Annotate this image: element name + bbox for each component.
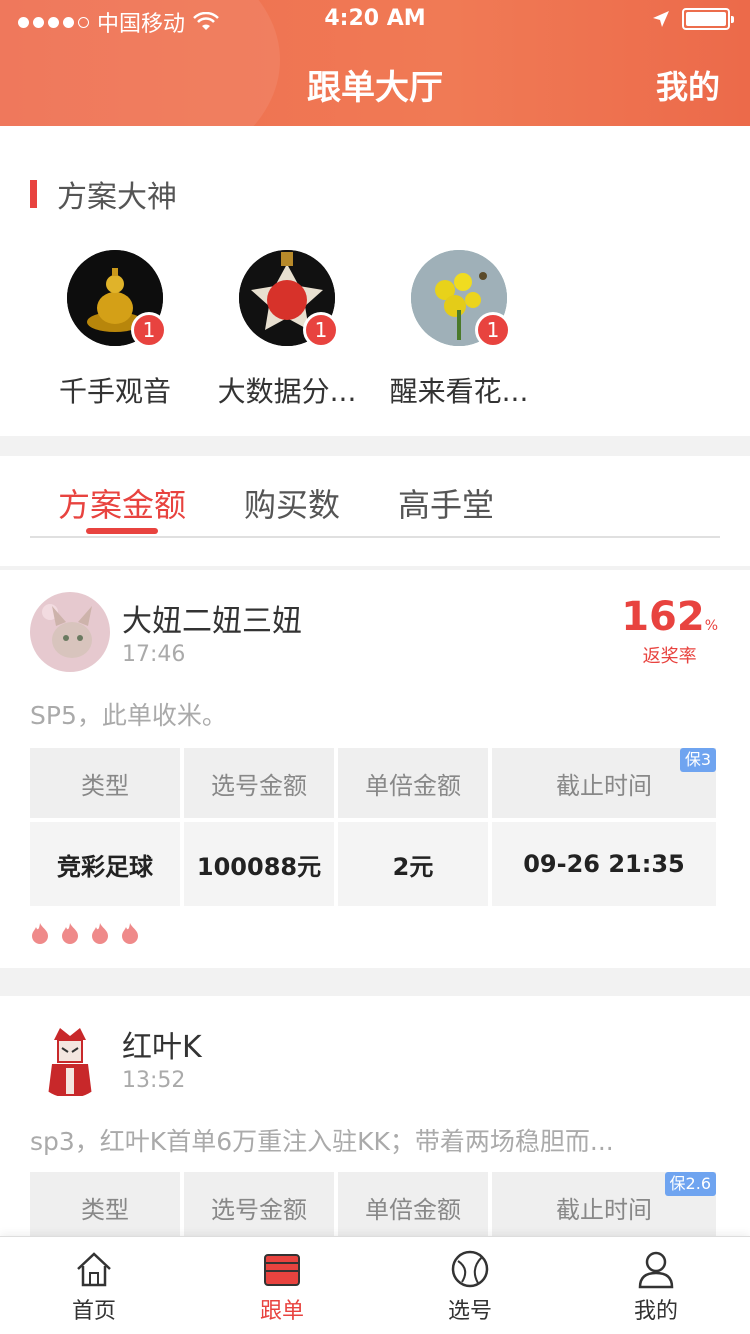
count-badge: 1 <box>303 312 339 348</box>
location-arrow-icon <box>653 11 669 27</box>
sort-tabs: 方案金额 购买数 高手堂 <box>0 456 750 566</box>
tab-follow-label: 跟单 <box>259 1299 304 1324</box>
header-unit-amount: 单倍金额 <box>338 1172 488 1242</box>
master-item[interactable]: 1 大数据分... <box>197 250 377 410</box>
post-time: 13:52 <box>122 1068 186 1093</box>
hotness-flames <box>30 922 140 944</box>
follow-list-icon <box>264 1254 300 1286</box>
author-name: 大妞二妞三妞 <box>122 604 302 639</box>
header-pick-amount: 选号金额 <box>184 1172 334 1242</box>
value-pick-amount: 100088元 <box>184 822 334 906</box>
header-type: 类型 <box>30 1172 180 1242</box>
battery-icon <box>682 8 734 30</box>
guarantee-badge: 保2.6 <box>664 1172 716 1196</box>
status-time: 4:20 AM <box>324 6 426 31</box>
author-name: 红叶K <box>122 1030 202 1065</box>
plan-info-grid: 类型 选号金额 单倍金额 截止时间 保2.6 <box>30 1172 716 1242</box>
return-rate: 162% 返奖率 <box>621 594 718 668</box>
return-rate-value: 162 <box>621 594 705 640</box>
tab-pick[interactable]: 选号 <box>410 1249 530 1325</box>
status-right <box>652 8 734 30</box>
user-icon <box>638 1251 674 1289</box>
king-card-image <box>30 1018 110 1098</box>
master-name: 大数据分... <box>217 375 357 408</box>
tab-follow[interactable]: 跟单 <box>222 1249 342 1325</box>
status-bar: 中国移动 4:20 AM <box>0 0 750 40</box>
active-tab-indicator <box>86 528 158 534</box>
bottom-tab-bar: 首页 跟单 选号 我的 <box>0 1236 750 1334</box>
section-title-text: 方案大神 <box>57 180 177 215</box>
header-pick-amount: 选号金额 <box>184 748 334 818</box>
tab-mine-label: 我的 <box>633 1299 678 1324</box>
master-name: 醒来看花... <box>389 375 529 408</box>
tab-plan-amount[interactable]: 方案金额 <box>58 480 186 526</box>
page-title: 跟单大厅 <box>307 68 443 108</box>
count-badge: 1 <box>475 312 511 348</box>
home-icon <box>77 1252 111 1287</box>
flame-icon <box>32 923 48 944</box>
master-item[interactable]: 1 醒来看花... <box>369 250 549 410</box>
avatar: 1 <box>239 250 339 348</box>
value-unit-amount: 2元 <box>338 822 488 906</box>
header-unit-amount: 单倍金额 <box>338 748 488 818</box>
masters-section: 方案大神 1 千手观音 1 大数据分... 1 醒来看花... <box>0 126 750 436</box>
plan-card[interactable]: 红叶K 13:52 sp3，红叶K首单6万重注入驻KK；带着两场稳胆而... 类… <box>0 996 750 1242</box>
avatar: 1 <box>67 250 167 348</box>
title-accent-bar <box>30 180 37 208</box>
master-item[interactable]: 1 千手观音 <box>25 250 205 410</box>
flame-icon <box>62 923 78 944</box>
return-rate-label: 返奖率 <box>642 646 697 667</box>
header: 中国移动 4:20 AM 跟单大厅 我的 <box>0 0 750 126</box>
flame-icon <box>92 923 108 944</box>
tab-home-label: 首页 <box>71 1299 116 1324</box>
tab-home[interactable]: 首页 <box>34 1249 154 1325</box>
value-type: 竞彩足球 <box>30 822 180 906</box>
avatar <box>30 1018 110 1098</box>
guarantee-badge: 保3 <box>679 748 716 772</box>
plan-info-grid: 类型 选号金额 单倍金额 截止时间 竞彩足球 100088元 2元 09-26 … <box>30 748 716 906</box>
tab-purchase-count[interactable]: 购买数 <box>244 480 340 526</box>
value-deadline: 09-26 21:35 <box>492 822 716 906</box>
master-name: 千手观音 <box>58 375 171 408</box>
return-rate-unit: % <box>704 618 718 634</box>
count-badge: 1 <box>131 312 167 348</box>
tab-experts-hall[interactable]: 高手堂 <box>398 480 494 526</box>
post-time: 17:46 <box>122 642 186 667</box>
flame-icon <box>122 923 138 944</box>
plan-description: sp3，红叶K首单6万重注入驻KK；带着两场稳胆而... <box>30 1127 614 1156</box>
tabs-divider <box>30 536 720 538</box>
plan-card[interactable]: 大妞二妞三妞 17:46 162% 返奖率 SP5，此单收米。 类型 选号金额 … <box>0 570 750 968</box>
plan-description: SP5，此单收米。 <box>30 701 227 730</box>
section-title: 方案大神 <box>30 172 177 216</box>
avatar <box>30 592 110 672</box>
my-link[interactable]: 我的 <box>656 62 720 108</box>
tab-mine[interactable]: 我的 <box>596 1249 716 1325</box>
header-type: 类型 <box>30 748 180 818</box>
cat-image <box>30 592 110 672</box>
tab-pick-label: 选号 <box>447 1299 492 1324</box>
avatar: 1 <box>411 250 511 348</box>
ball-icon <box>451 1250 489 1288</box>
